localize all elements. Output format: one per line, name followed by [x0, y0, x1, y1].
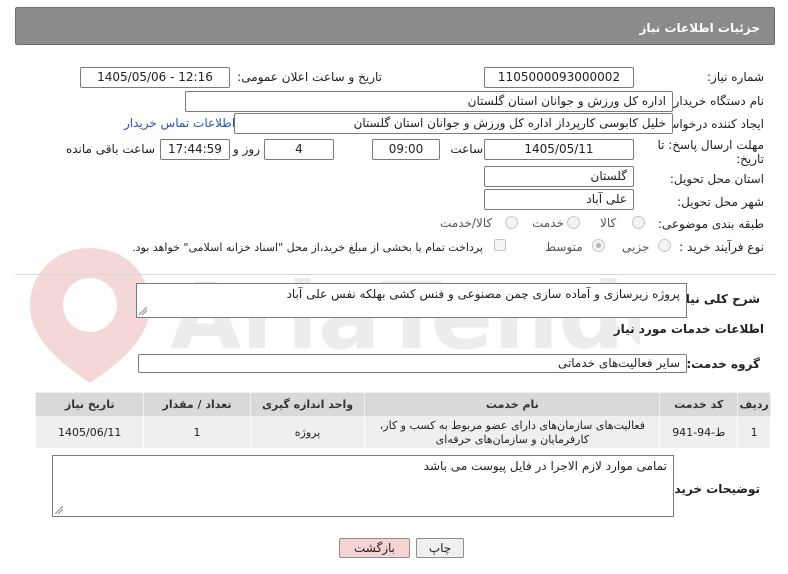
remaining-time-field: 17:44:59 [160, 139, 230, 160]
deadline-label-line1: مهلت ارسال پاسخ: تا [657, 138, 764, 152]
remaining-label: ساعت باقی مانده [65, 142, 155, 156]
process-medium-radio[interactable] [592, 239, 605, 252]
process-label: نوع فرآیند خرید : [679, 240, 764, 254]
resize-grip-icon [139, 307, 147, 315]
deadline-time-label: ساعت [450, 142, 483, 156]
column-header: تاریخ نیاز [34, 392, 145, 417]
treasury-checkbox[interactable] [494, 239, 506, 251]
category-service-radio[interactable] [567, 216, 580, 229]
service-name-line2: کارفرمایان و سازمان‌های حرفه‌ای [435, 432, 590, 446]
remaining-days-field: 4 [264, 139, 334, 160]
need-number-field: 1105000093000002 [484, 67, 634, 88]
category-goods-service-radio[interactable] [505, 216, 518, 229]
process-medium-label: متوسط [545, 240, 583, 254]
announce-label: تاریخ و ساعت اعلان عمومی: [237, 70, 382, 84]
cell-service-name: فعالیت‌های سازمان‌های دارای عضو مربوط به… [364, 416, 661, 449]
cell-row-number: 1 [737, 416, 771, 449]
category-label: طبقه بندی موضوعی: [657, 217, 764, 231]
category-goods-label: کالا [600, 216, 617, 230]
category-goods-service-label: کالا/خدمت [440, 216, 493, 230]
back-button[interactable]: بازگشت [339, 538, 410, 558]
province-label: استان محل تحویل: [669, 172, 764, 186]
payment-note: پرداخت تمام یا بخشی از مبلغ خرید،از محل … [132, 241, 483, 254]
description-textarea[interactable]: پروژه زیرسازی و آماده سازی چمن مصنوعی و … [136, 283, 687, 318]
services-table: ردیف کد خدمت نام خدمت واحد اندازه گیری ت… [34, 392, 771, 449]
category-service-label: خدمت [532, 216, 564, 230]
province-field: گلستان [484, 166, 634, 187]
process-partial-radio[interactable] [658, 239, 671, 252]
buyer-field: اداره کل ورزش و جوانان استان گلستان [185, 91, 673, 112]
page-header: جزئیات اطلاعات نیاز [15, 7, 775, 45]
resize-grip-icon [55, 506, 63, 514]
process-partial-label: جزیی [622, 240, 650, 254]
need-number-label: شماره نیاز: [707, 70, 764, 84]
buyer-contact-link[interactable]: اطلاعات تماس خریدار [124, 116, 235, 130]
services-section-title: اطلاعات خدمات مورد نیاز [613, 322, 764, 336]
watermark-pin-icon [30, 248, 150, 383]
column-header: نام خدمت [364, 392, 661, 417]
deadline-date-field: 1405/05/11 [484, 139, 634, 160]
service-name-line1: فعالیت‌های سازمان‌های دارای عضو مربوط به… [379, 418, 645, 432]
column-header: کد خدمت [659, 392, 739, 417]
description-text: پروژه زیرسازی و آماده سازی چمن مصنوعی و … [286, 287, 680, 301]
cell-unit: پروژه [249, 416, 366, 449]
column-header: واحد اندازه گیری [249, 392, 366, 417]
service-group-label: گروه خدمت: [686, 357, 760, 371]
creator-field: خلیل کابوسی کارپرداز اداره کل ورزش و جوا… [234, 113, 673, 134]
buyer-label: نام دستگاه خریدار: [669, 94, 765, 108]
deadline-label-line2: تاریخ: [736, 152, 764, 166]
section-divider [15, 274, 775, 275]
category-goods-radio[interactable] [632, 216, 645, 229]
cell-quantity: 1 [143, 416, 251, 449]
print-button[interactable]: چاپ [416, 538, 464, 558]
cell-need-date: 1405/06/11 [34, 416, 145, 449]
buyer-notes-textarea[interactable]: تمامی موارد لازم الاجرا در فایل پیوست می… [52, 455, 674, 517]
column-header: تعداد / مقدار [143, 392, 251, 417]
page-title: جزئیات اطلاعات نیاز [639, 21, 760, 35]
deadline-time-field: 09:00 [372, 139, 440, 160]
buyer-notes-text: تمامی موارد لازم الاجرا در فایل پیوست می… [423, 459, 667, 473]
city-label: شهر محل تحویل: [677, 195, 764, 209]
cell-service-code: ط-94-941 [659, 416, 739, 449]
table-row: 1 ط-94-941 فعالیت‌های سازمان‌های دارای ع… [34, 416, 771, 449]
days-label: روز و [233, 142, 260, 156]
service-group-field: سایر فعالیت‌های خدماتی [138, 354, 687, 373]
city-field: علی آباد [484, 189, 634, 210]
column-header: ردیف [737, 392, 771, 417]
announce-field: 1405/05/06 - 12:16 [80, 67, 230, 88]
